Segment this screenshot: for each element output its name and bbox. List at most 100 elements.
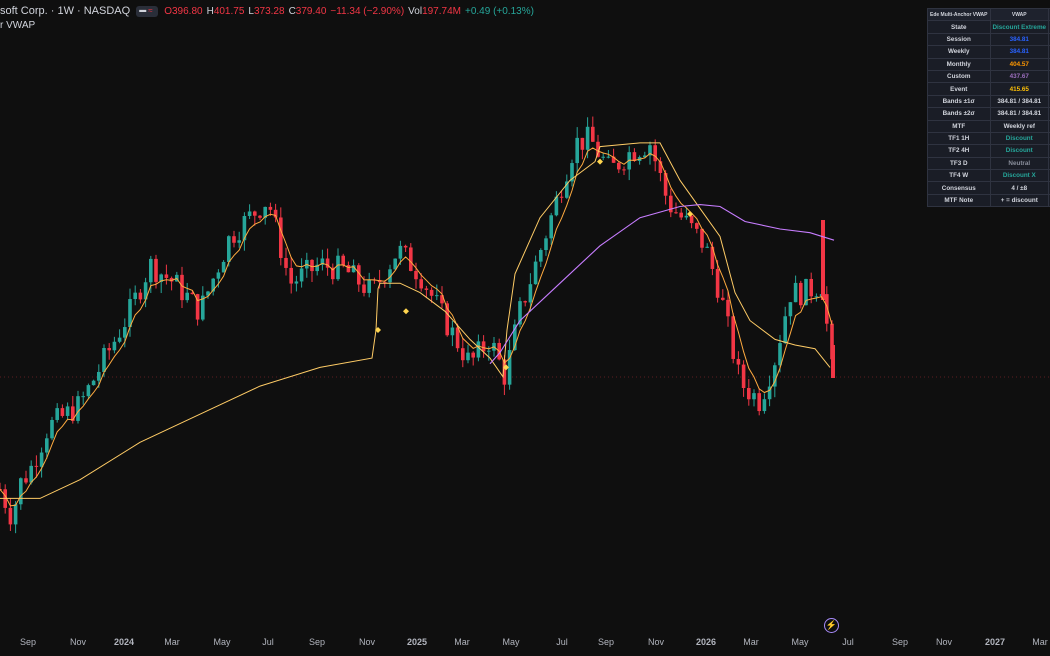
candle-body bbox=[8, 507, 13, 525]
candle-body bbox=[398, 245, 403, 259]
candle-body bbox=[60, 408, 65, 416]
candle-body bbox=[684, 215, 689, 218]
volume-change: +0.49 (+0.13%) bbox=[464, 5, 534, 17]
table-cell-v: Weekly ref bbox=[989, 119, 1050, 133]
table-cell-k: TF3 D bbox=[927, 156, 991, 171]
candle-body bbox=[601, 156, 605, 158]
x-tick-label: Nov bbox=[359, 637, 376, 647]
table-row: Consensus4 / ±8Disco bbox=[927, 181, 1050, 195]
indicator-label[interactable]: r VWAP bbox=[0, 20, 35, 31]
table-row: TF3 D Neutral bbox=[927, 156, 1050, 171]
table-cell-k: State bbox=[927, 20, 991, 34]
table-cell-k: Event bbox=[927, 82, 991, 96]
volume-label: Vol bbox=[408, 5, 423, 17]
candle-body bbox=[341, 255, 345, 266]
table-row: Weekly 384.81 bbox=[927, 45, 1050, 59]
x-tick-label: Nov bbox=[70, 637, 87, 647]
candle-body bbox=[164, 274, 169, 278]
candle-body bbox=[435, 295, 439, 297]
candle-body bbox=[674, 212, 678, 214]
candle-body bbox=[97, 371, 101, 381]
x-tick-label: Nov bbox=[648, 637, 665, 647]
candle-body bbox=[289, 267, 293, 284]
table-cell-k: Bands ±2σ bbox=[927, 107, 991, 121]
symbol-title[interactable]: soft Corp. · 1W · NASDAQ bbox=[0, 5, 130, 17]
candle-body bbox=[13, 504, 18, 525]
candle-body bbox=[55, 408, 59, 420]
x-tick-label: Jul bbox=[842, 637, 854, 647]
candle-body bbox=[247, 211, 252, 217]
candle-body bbox=[487, 350, 491, 352]
candle-body bbox=[180, 274, 184, 301]
table-cell-v: 415.65 bbox=[989, 82, 1050, 96]
x-tick-label: Jul bbox=[262, 637, 274, 647]
candle-body bbox=[461, 348, 465, 361]
candle-body bbox=[76, 396, 80, 421]
candle-body bbox=[752, 393, 756, 400]
candle-body bbox=[533, 261, 538, 285]
table-cell-k: Bands ±1σ bbox=[927, 94, 991, 109]
table-row: TF4 W Discount X bbox=[927, 169, 1050, 183]
candle-body bbox=[814, 296, 819, 298]
candle-body bbox=[695, 223, 699, 229]
candle-body bbox=[253, 211, 257, 216]
table-cell-k: Weekly bbox=[927, 45, 991, 59]
candle-body bbox=[65, 406, 70, 416]
candle-body bbox=[149, 258, 153, 283]
candle-body bbox=[268, 206, 273, 210]
high-label: H bbox=[206, 5, 214, 17]
table-cell-k: MTF Note bbox=[927, 193, 991, 208]
candle-body bbox=[414, 270, 418, 280]
candle-body bbox=[466, 352, 470, 361]
table-cell-v: Discount bbox=[989, 131, 1050, 146]
candle-body bbox=[559, 196, 564, 198]
candle-body bbox=[429, 289, 434, 296]
table-row: Bands ±2σ 384.81 / 384.81 bbox=[927, 107, 1050, 121]
x-tick-label: Mar bbox=[164, 637, 180, 647]
candle-body bbox=[549, 215, 553, 239]
candle-body bbox=[34, 465, 39, 467]
table-cell-v: 404.57 bbox=[989, 57, 1050, 71]
candle-body bbox=[471, 352, 475, 358]
change-value: −11.34 (−2.90%) bbox=[330, 5, 405, 17]
candle-body bbox=[336, 255, 340, 280]
candle-body bbox=[232, 236, 236, 243]
candle-body bbox=[450, 327, 455, 336]
candle-body bbox=[788, 302, 793, 317]
table-cell-v: Discount Extreme bbox=[989, 20, 1050, 34]
candle-body bbox=[617, 162, 621, 170]
x-tick-label: Sep bbox=[892, 637, 908, 647]
candle-body bbox=[133, 292, 137, 300]
candle-body bbox=[705, 246, 709, 248]
table-cell-v: 384.81 / 384.81 bbox=[989, 94, 1050, 109]
candle-body bbox=[736, 358, 741, 365]
candle-body bbox=[424, 288, 429, 290]
table-cell-k: Custom bbox=[927, 69, 991, 84]
table-row: MTFWeekly refWe bbox=[927, 119, 1050, 133]
candle-body bbox=[783, 316, 787, 344]
signal-marker bbox=[403, 308, 409, 315]
candle-body bbox=[544, 238, 548, 251]
candle-body bbox=[715, 268, 720, 298]
candle-body bbox=[310, 259, 314, 272]
table-cell-v: 4 / ±8 bbox=[989, 181, 1050, 195]
table-cell-v: 384.81 bbox=[989, 32, 1050, 47]
candle-body bbox=[299, 268, 304, 282]
lightning-icon[interactable]: ⚡ bbox=[824, 618, 839, 633]
table-cell-v: Discount X bbox=[989, 169, 1050, 183]
table-cell-v: 384.81 / 384.81 bbox=[989, 107, 1050, 121]
x-tick-label: 2024 bbox=[114, 637, 134, 647]
table-cell-k: TF4 W bbox=[927, 169, 991, 183]
x-tick-label: May bbox=[502, 637, 520, 647]
candle-body bbox=[227, 236, 231, 262]
candle-body bbox=[689, 215, 694, 224]
indicator-toggle-button[interactable] bbox=[136, 5, 159, 17]
candle-body bbox=[123, 327, 127, 338]
table-cell-v: 437.67 bbox=[989, 69, 1050, 84]
candle-body bbox=[362, 284, 366, 293]
table-cell-v: Neutral bbox=[989, 156, 1050, 171]
table-cell-k: Monthly bbox=[927, 57, 991, 71]
candle-body bbox=[403, 245, 408, 248]
price-chart[interactable]: Sep Nov 2024 Mar May Jul Sep Nov 2025 Mar May Jul Se… bbox=[0, 0, 1050, 656]
candle-body bbox=[580, 137, 585, 150]
